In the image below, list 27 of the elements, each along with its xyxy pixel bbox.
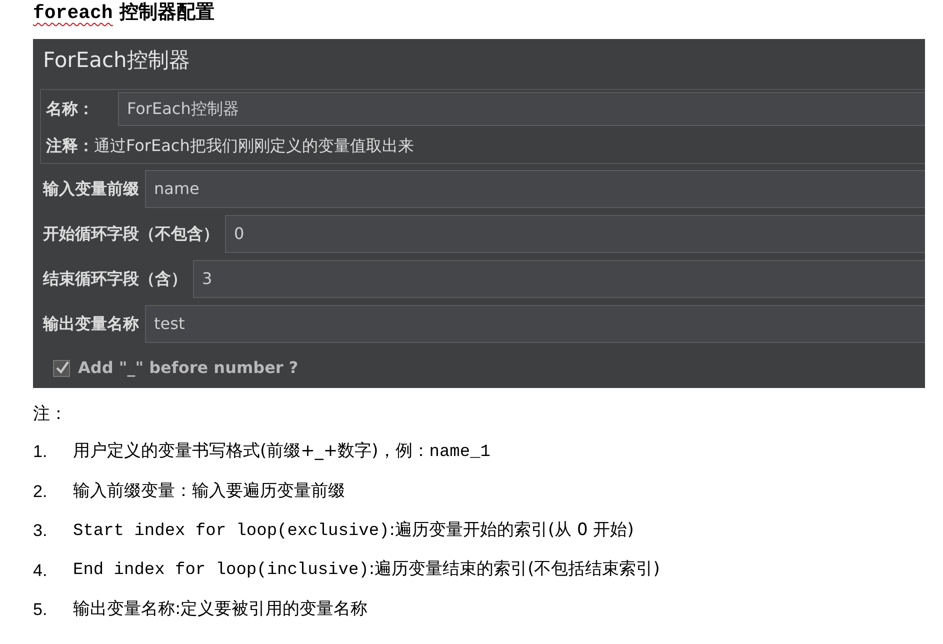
note-text: 用户定义的变量书写格式(前缀+_+数字)，例：name_1 xyxy=(73,440,490,464)
list-number: 2. xyxy=(33,480,48,502)
checkbox-label: Add "_" before number ? xyxy=(78,357,298,379)
comment-label: 注释： xyxy=(46,134,94,156)
note-text: Start index for loop(exclusive):遍历变量开始的索引(从 0 开始) xyxy=(73,518,634,542)
input-field[interactable]: test xyxy=(145,305,925,343)
field-label: 输入变量前缀 xyxy=(43,178,139,200)
controller-name-field[interactable]: ForEach控制器 xyxy=(118,92,925,126)
list-number: 1. xyxy=(33,441,48,463)
input-field[interactable]: 0 xyxy=(225,215,925,253)
list-number: 5. xyxy=(33,599,48,621)
notes-title: 注： xyxy=(33,403,67,426)
list-number: 4. xyxy=(33,560,48,582)
note-text: End index for loop(inclusive):遍历变量结束的索引(不包括结束索引) xyxy=(73,558,660,582)
field-label: 输出变量名称 xyxy=(43,313,139,335)
field-label: 开始循环字段（不包含） xyxy=(43,223,219,245)
input-field[interactable]: name xyxy=(145,170,925,208)
field-label: 结束循环字段（含） xyxy=(43,268,187,290)
page-heading: foreach 控制器配置 xyxy=(33,0,214,26)
input-field[interactable]: 3 xyxy=(193,260,925,298)
note-text: 输出变量名称:定义要被引用的变量名称 xyxy=(73,598,368,621)
note-text: 输入前缀变量：输入要遍历变量前缀 xyxy=(73,480,345,502)
name-label: 名称： xyxy=(46,98,95,120)
checkbox[interactable] xyxy=(53,360,70,376)
panel-title: ForEach控制器 xyxy=(43,47,190,74)
list-number: 3. xyxy=(33,520,48,542)
comment-text: 通过ForEach把我们刚刚定义的变量值取出来 xyxy=(94,134,414,156)
